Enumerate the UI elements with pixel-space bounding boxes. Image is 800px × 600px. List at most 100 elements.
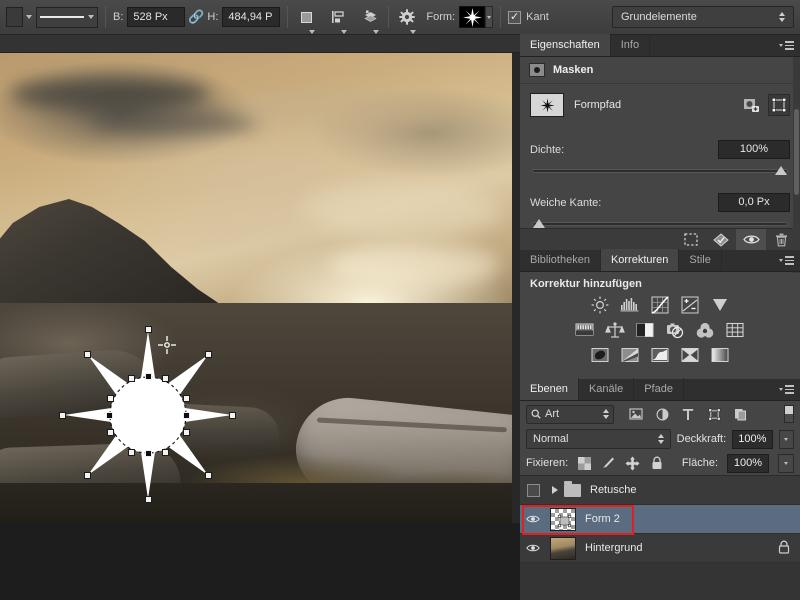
feather-slider[interactable] — [532, 222, 788, 226]
layer-filter-type-select[interactable]: Art — [526, 405, 614, 424]
chevron-right-icon[interactable] — [552, 486, 558, 494]
vector-mask-icon[interactable] — [768, 94, 790, 116]
table-row[interactable]: Form 2 — [520, 505, 800, 534]
vector-mask-row[interactable]: Formpfad — [520, 84, 800, 126]
height-input[interactable]: 484,94 P — [222, 7, 280, 27]
density-slider[interactable] — [532, 169, 788, 173]
workspace-switcher[interactable]: Grundelemente — [612, 6, 794, 28]
path-anchor-point[interactable] — [145, 326, 152, 333]
opacity-dropdown[interactable] — [779, 430, 794, 449]
gradient-map-icon[interactable] — [710, 346, 731, 364]
panel-menu-icon[interactable] — [779, 254, 795, 267]
table-row[interactable]: Retusche — [520, 476, 800, 505]
opacity-input[interactable]: 100% — [732, 430, 772, 449]
path-arrangement-button[interactable] — [359, 6, 381, 28]
path-anchor-point[interactable] — [145, 496, 152, 503]
selective-color-icon[interactable] — [680, 346, 701, 364]
levels-icon[interactable] — [620, 296, 641, 314]
path-anchor-point[interactable] — [145, 373, 152, 380]
star-burst-shape[interactable] — [62, 329, 234, 501]
panel-menu-icon[interactable] — [779, 383, 795, 396]
tab-stile[interactable]: Stile — [679, 249, 721, 271]
shape-settings-button[interactable] — [396, 6, 418, 28]
color-balance-icon[interactable] — [605, 321, 626, 339]
load-selection-icon[interactable] — [740, 94, 762, 116]
tab-info[interactable]: Info — [611, 34, 650, 56]
path-anchor-point[interactable] — [84, 472, 91, 479]
path-anchor-point[interactable] — [84, 351, 91, 358]
path-anchor-point[interactable] — [205, 351, 212, 358]
filter-adjustment-icon[interactable] — [654, 406, 670, 422]
blend-mode-select[interactable]: Normal — [526, 429, 671, 449]
custom-shape-preview[interactable] — [459, 6, 485, 28]
tab-korrekturen[interactable]: Korrekturen — [601, 249, 679, 271]
filter-smartobject-icon[interactable] — [732, 406, 748, 422]
fill-dropdown[interactable] — [778, 454, 794, 473]
vibrance-icon[interactable] — [710, 296, 731, 314]
curves-icon[interactable] — [650, 296, 671, 314]
tab-eigenschaften[interactable]: Eigenschaften — [520, 34, 611, 56]
path-anchor-point[interactable] — [128, 375, 135, 382]
delete-mask-icon[interactable] — [766, 229, 796, 251]
posterize-icon[interactable] — [620, 346, 641, 364]
feather-input[interactable]: 0,0 Px — [718, 193, 790, 212]
width-input[interactable]: 528 Px — [127, 7, 185, 27]
invert-icon[interactable] — [590, 346, 611, 364]
stroke-style-picker[interactable] — [36, 7, 98, 28]
path-operations-button[interactable] — [295, 6, 317, 28]
apply-mask-icon[interactable] — [706, 229, 736, 251]
tab-bibliotheken[interactable]: Bibliotheken — [520, 249, 601, 271]
path-anchor-point[interactable] — [229, 412, 236, 419]
link-chain-icon[interactable]: 🔗 — [185, 9, 207, 25]
tab-pfade[interactable]: Pfade — [634, 378, 684, 400]
path-anchor-point[interactable] — [183, 412, 190, 419]
slider-thumb[interactable] — [775, 166, 787, 175]
channel-mixer-icon[interactable] — [695, 321, 716, 339]
photo-filter-icon[interactable] — [665, 321, 686, 339]
antialias-checkbox[interactable]: ✓ — [508, 11, 521, 24]
load-selection-from-mask-icon[interactable] — [676, 229, 706, 251]
tab-ebenen[interactable]: Ebenen — [520, 378, 579, 400]
slider-thumb[interactable] — [533, 219, 545, 228]
custom-shape-dropdown[interactable] — [485, 6, 493, 28]
lock-position-icon[interactable] — [625, 456, 640, 471]
color-lookup-icon[interactable] — [725, 321, 746, 339]
fill-input[interactable]: 100% — [727, 454, 769, 473]
layer-thumbnail[interactable] — [550, 537, 576, 560]
lock-image-pixels-icon[interactable] — [601, 456, 616, 471]
black-white-icon[interactable] — [635, 321, 656, 339]
filter-enable-toggle[interactable] — [784, 405, 794, 423]
path-anchor-point[interactable] — [145, 450, 152, 457]
filter-shape-icon[interactable] — [706, 406, 722, 422]
canvas[interactable] — [0, 53, 512, 523]
layer-visibility-toggle[interactable] — [520, 543, 546, 553]
exposure-icon[interactable] — [680, 296, 701, 314]
threshold-icon[interactable] — [650, 346, 671, 364]
scrollbar-thumb[interactable] — [794, 109, 799, 195]
path-alignment-button[interactable] — [327, 6, 349, 28]
path-anchor-point[interactable] — [107, 429, 114, 436]
path-anchor-point[interactable] — [162, 375, 169, 382]
layer-visibility-toggle[interactable] — [520, 484, 546, 497]
density-input[interactable]: 100% — [718, 140, 790, 159]
filter-pixel-icon[interactable] — [628, 406, 644, 422]
lock-transparent-pixels-icon[interactable] — [577, 456, 592, 471]
table-row[interactable]: Hintergrund — [520, 534, 800, 563]
properties-scrollbar[interactable] — [793, 57, 800, 273]
hue-saturation-icon[interactable] — [575, 321, 596, 339]
toggle-mask-visibility-icon[interactable] — [736, 229, 766, 251]
panel-menu-icon[interactable] — [779, 39, 795, 52]
path-anchor-point[interactable] — [183, 395, 190, 402]
path-anchor-point[interactable] — [106, 412, 113, 419]
path-anchor-point[interactable] — [59, 412, 66, 419]
path-anchor-point[interactable] — [205, 472, 212, 479]
path-anchor-point[interactable] — [162, 449, 169, 456]
tool-preset-picker[interactable] — [6, 6, 32, 28]
layer-thumbnail[interactable] — [550, 508, 576, 531]
brightness-contrast-icon[interactable] — [590, 296, 611, 314]
path-anchor-point[interactable] — [183, 429, 190, 436]
lock-all-icon[interactable] — [649, 456, 664, 471]
path-anchor-point[interactable] — [107, 395, 114, 402]
tab-kanaele[interactable]: Kanäle — [579, 378, 634, 400]
layer-visibility-toggle[interactable] — [520, 514, 546, 524]
